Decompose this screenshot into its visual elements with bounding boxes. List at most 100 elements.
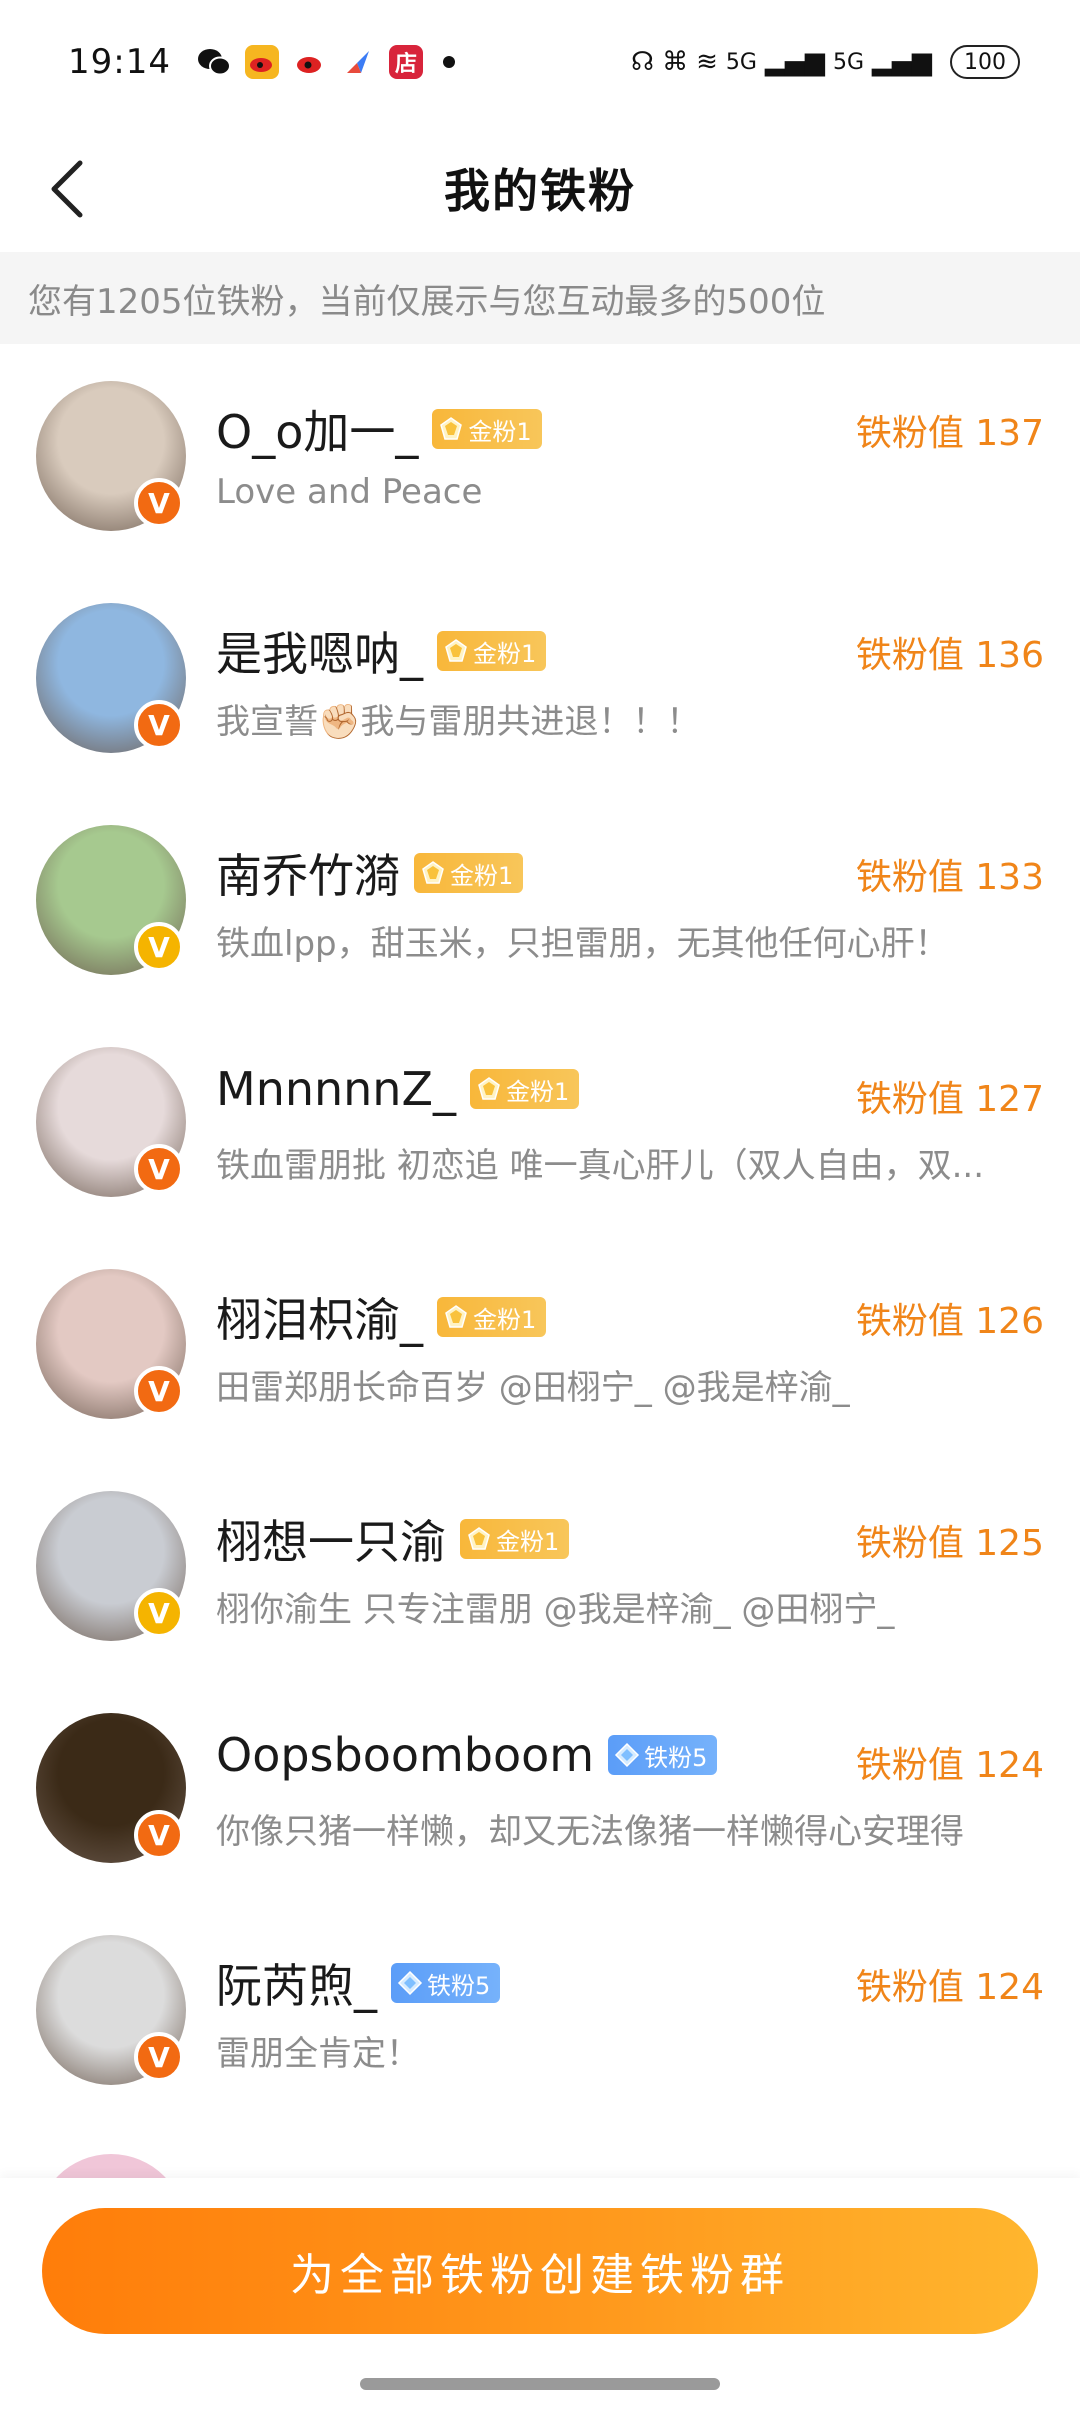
fan-row[interactable]: V 阮芮煦_ 铁粉5 铁粉值 124 雷朋全肯定！	[0, 1898, 1080, 2120]
more-notifications-dot	[442, 56, 455, 68]
fan-name[interactable]: 栩想一只渝	[216, 1506, 446, 1572]
chevron-left-icon	[51, 160, 83, 218]
fan-count-notice: 您有1205位铁粉，当前仅展示与您互动最多的500位	[0, 252, 1080, 344]
wechat-icon	[197, 45, 231, 79]
vibrate-icon: ⌘	[662, 47, 689, 77]
fan-level-label: 金粉1	[473, 1305, 537, 1334]
diamond-icon	[614, 1742, 640, 1768]
fan-list: V O_o加一_ 金粉1 铁粉值 137 Love and Peace V 是我…	[0, 344, 1080, 2120]
gem-icon	[420, 860, 446, 886]
name-line: 南乔竹漪 金粉1	[216, 840, 524, 906]
gem-icon	[443, 638, 469, 664]
fan-name[interactable]: MnnnnnZ_	[216, 1062, 456, 1116]
name-line: O_o加一_ 金粉1	[216, 396, 542, 462]
fan-level-label: 铁粉5	[644, 1743, 708, 1772]
fan-name[interactable]: 栩泪枳渝_	[216, 1284, 423, 1350]
name-line: 阮芮煦_ 铁粉5	[216, 1950, 501, 2016]
fan-name[interactable]: Oopsboomboom	[216, 1728, 594, 1782]
status-time: 19:14	[68, 42, 171, 82]
fan-level-badge: 金粉1	[432, 409, 542, 449]
header: 我的铁粉	[0, 124, 1080, 252]
name-line: Oopsboomboom 铁粉5	[216, 1728, 718, 1782]
fan-level-label: 金粉1	[468, 417, 532, 446]
fan-name[interactable]: 南乔竹漪	[216, 840, 400, 906]
verified-v-icon: V	[134, 1144, 184, 1194]
fan-row[interactable]: V Oopsboomboom 铁粉5 铁粉值 124 你像只猪一样懒，却又无法像…	[0, 1676, 1080, 1898]
verified-v-icon: V	[134, 1366, 184, 1416]
status-right: ☊ ⌘ ≋ 5G ▂▄▆ 5G ▂▄▆ 100	[631, 45, 1020, 79]
fan-bio: 田雷郑朋长命百岁 @田栩宁_ @我是梓渝_	[216, 1368, 850, 1408]
notice-text: 您有1205位铁粉，当前仅展示与您互动最多的500位	[28, 281, 826, 322]
gem-icon	[466, 1526, 492, 1552]
create-fan-group-label: 为全部铁粉创建铁粉群	[290, 2250, 790, 2301]
battery-level: 100	[964, 49, 1006, 75]
name-line: 是我嗯呐_ 金粉1	[216, 618, 547, 684]
fan-bio: 栩你渝生 只专注雷朋 @我是梓渝_ @田栩宁_	[216, 1590, 895, 1630]
name-line: 栩想一只渝 金粉1	[216, 1506, 570, 1572]
gem-icon	[476, 1076, 502, 1102]
fan-level-badge: 铁粉5	[608, 1735, 718, 1775]
fan-level-badge: 铁粉5	[391, 1963, 501, 2003]
battery-icon: 100	[950, 45, 1020, 79]
fan-level-label: 金粉1	[473, 639, 537, 668]
verified-v-icon: V	[134, 1588, 184, 1638]
gem-icon	[443, 1304, 469, 1330]
fan-name[interactable]: 阮芮煦_	[216, 1950, 377, 2016]
bottom-bar: 为全部铁粉创建铁粉群	[0, 2178, 1080, 2412]
weibo-lite-icon	[293, 45, 327, 79]
signal-icon-1: ▂▄▆	[764, 47, 825, 77]
shop-icon: 店	[388, 45, 423, 79]
nfc-icon: ☊	[631, 47, 655, 77]
fan-row[interactable]: V 栩想一只渝 金粉1 铁粉值 125 栩你渝生 只专注雷朋 @我是梓渝_ @田…	[0, 1454, 1080, 1676]
verified-v-icon: V	[134, 2032, 184, 2082]
fan-value: 铁粉值 136	[855, 635, 1044, 676]
fan-bio: 铁血雷朋批 初恋追 唯一真心肝儿（双人自由，双...	[216, 1146, 985, 1186]
browser-icon	[341, 45, 375, 79]
network-type-1: 5G	[725, 49, 757, 75]
fan-name[interactable]: O_o加一_	[216, 396, 418, 462]
fan-level-badge: 金粉1	[414, 853, 524, 893]
fan-row[interactable]: V MnnnnnZ_ 金粉1 铁粉值 127 铁血雷朋批 初恋追 唯一真心肝儿（…	[0, 1010, 1080, 1232]
signal-icon-2: ▂▄▆	[872, 47, 932, 77]
fan-level-label: 铁粉5	[427, 1971, 491, 2000]
name-line: MnnnnnZ_ 金粉1	[216, 1062, 580, 1116]
verified-v-icon: V	[134, 700, 184, 750]
fan-level-badge: 金粉1	[437, 1297, 547, 1337]
network-type-2: 5G	[832, 49, 864, 75]
fan-row[interactable]: V O_o加一_ 金粉1 铁粉值 137 Love and Peace	[0, 344, 1080, 566]
fan-bio: Love and Peace	[216, 472, 483, 512]
name-line: 栩泪枳渝_ 金粉1	[216, 1284, 547, 1350]
fan-bio: 你像只猪一样懒，却又无法像猪一样懒得心安理得	[216, 1812, 964, 1852]
page-title: 我的铁粉	[444, 164, 636, 218]
gem-icon	[438, 416, 464, 442]
fan-name[interactable]: 是我嗯呐_	[216, 618, 423, 684]
notification-icons: 店	[197, 45, 455, 79]
fan-level-label: 金粉1	[450, 861, 514, 890]
fan-value: 铁粉值 124	[855, 1745, 1044, 1786]
create-fan-group-button[interactable]: 为全部铁粉创建铁粉群	[42, 2208, 1038, 2334]
weibo-icon	[244, 45, 279, 79]
fan-row[interactable]: V 南乔竹漪 金粉1 铁粉值 133 铁血lpp，甜玉米，只担雷朋，无其他任何心…	[0, 788, 1080, 1010]
home-indicator[interactable]	[360, 2378, 720, 2390]
fan-value: 铁粉值 126	[855, 1301, 1044, 1342]
fan-row[interactable]: V 栩泪枳渝_ 金粉1 铁粉值 126 田雷郑朋长命百岁 @田栩宁_ @我是梓渝…	[0, 1232, 1080, 1454]
fan-level-badge: 金粉1	[469, 1069, 580, 1109]
fan-value: 铁粉值 124	[855, 1967, 1044, 2008]
verified-v-icon: V	[134, 478, 184, 528]
fan-bio: 雷朋全肯定！	[216, 2034, 420, 2074]
back-button[interactable]	[36, 154, 96, 224]
fan-level-badge: 金粉1	[437, 631, 547, 671]
wifi-icon: ≋	[696, 47, 718, 77]
fan-value: 铁粉值 127	[855, 1079, 1044, 1120]
fan-level-badge: 金粉1	[460, 1519, 570, 1559]
fan-bio: 我宣誓✊🏻我与雷朋共进退！！！	[216, 702, 701, 742]
verified-v-icon: V	[134, 1810, 184, 1860]
fan-bio: 铁血lpp，甜玉米，只担雷朋，无其他任何心肝！	[216, 924, 949, 964]
fan-value: 铁粉值 133	[855, 857, 1044, 898]
fan-level-label: 金粉1	[505, 1077, 570, 1106]
fan-value: 铁粉值 137	[855, 413, 1044, 454]
verified-v-icon: V	[134, 922, 184, 972]
diamond-icon	[397, 1970, 423, 1996]
fan-row[interactable]: V 是我嗯呐_ 金粉1 铁粉值 136 我宣誓✊🏻我与雷朋共进退！！！	[0, 566, 1080, 788]
fan-value: 铁粉值 125	[855, 1523, 1044, 1564]
